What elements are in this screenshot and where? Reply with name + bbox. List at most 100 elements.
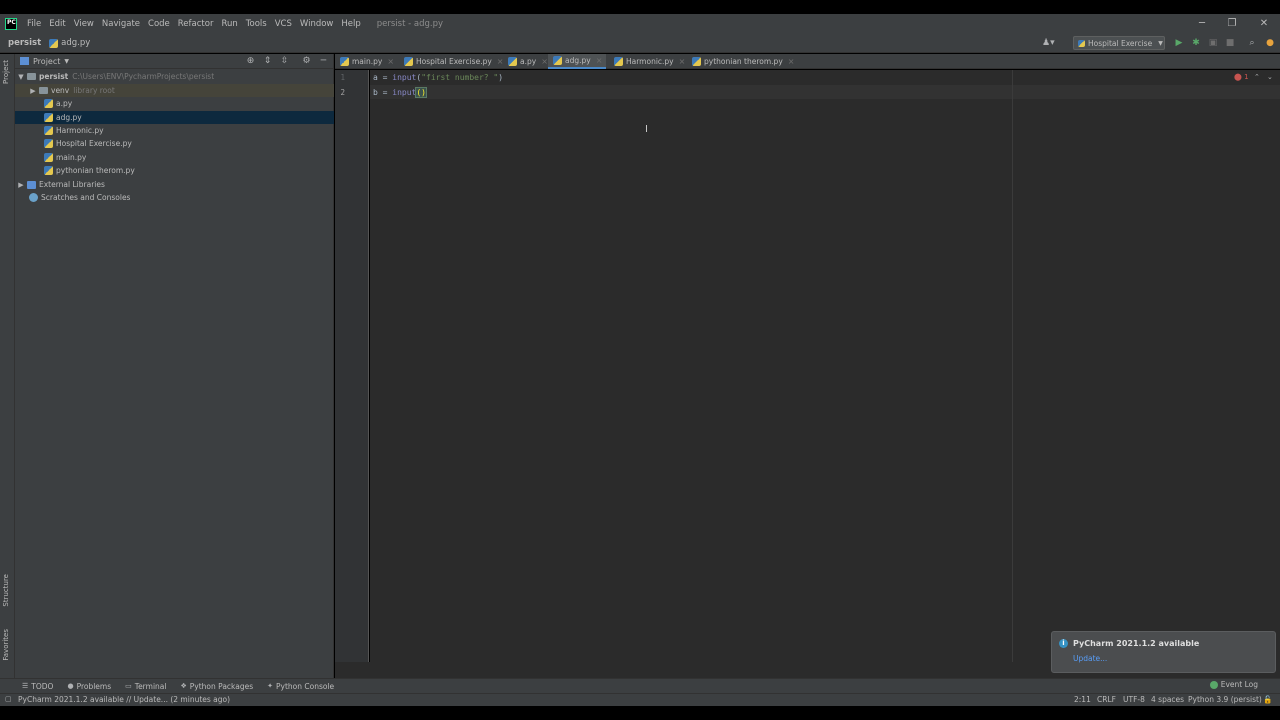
matched-parentheses: () [415, 87, 427, 98]
debug-icon[interactable]: ✱ [1190, 37, 1202, 49]
close-icon[interactable]: × [788, 57, 795, 66]
notification-title: PyCharm 2021.1.2 available [1073, 639, 1200, 648]
coverage-icon[interactable]: ▣ [1207, 37, 1219, 49]
tab-label: adg.py [565, 56, 591, 65]
expand-all-icon[interactable]: ⇕ [262, 56, 273, 67]
menu-view[interactable]: View [70, 14, 98, 34]
project-view-selector[interactable]: Project [33, 57, 60, 66]
chevron-down-icon[interactable]: ▼ [17, 73, 25, 81]
tool-window-bar: ☰ TODO ● Problems ▭ Terminal ❖ Python Packag… [0, 678, 1280, 693]
pycharm-logo-icon [5, 18, 17, 30]
tab-pythonian-therom-py[interactable]: pythonian therom.py × [687, 54, 794, 69]
menu-vcs[interactable]: VCS [271, 14, 296, 34]
tree-item-label: adg.py [56, 113, 82, 122]
tool-windows-toggle-icon[interactable]: ▢ [5, 695, 12, 703]
favorites-tool-tab[interactable]: Favorites [2, 629, 10, 661]
structure-tool-tab[interactable]: Structure [2, 574, 10, 607]
lock-icon[interactable]: 🔓 [1263, 695, 1272, 704]
code-line-1[interactable]: a = input("first number? ") [373, 73, 503, 82]
menu-edit[interactable]: Edit [45, 14, 69, 34]
tree-item-a-py[interactable]: a.py [15, 97, 334, 110]
tab-adg-py[interactable]: adg.py × [548, 54, 606, 69]
minimize-button[interactable]: ─ [1186, 14, 1218, 34]
tree-item-venv[interactable]: ▶ venv library root [15, 84, 334, 97]
menu-help[interactable]: Help [337, 14, 364, 34]
caret-position[interactable]: 2:11 [1074, 695, 1091, 704]
locate-icon[interactable]: ⊕ [245, 56, 256, 67]
indent-setting[interactable]: 4 spaces [1151, 695, 1184, 704]
tree-item-label: a.py [56, 99, 73, 108]
close-icon[interactable]: × [387, 57, 394, 66]
hide-panel-icon[interactable]: ─ [318, 56, 329, 67]
file-encoding[interactable]: UTF-8 [1123, 695, 1145, 704]
chevron-down-icon[interactable]: ⌄ [1267, 73, 1273, 81]
chevron-right-icon[interactable]: ▶ [17, 181, 25, 189]
inspection-warning-icon[interactable]: ⬤ 1 [1234, 73, 1249, 81]
code-line-2[interactable]: b = input() [373, 87, 427, 98]
menu-file[interactable]: File [23, 14, 45, 34]
run-icon[interactable]: ▶ [1173, 37, 1185, 49]
update-link[interactable]: Update... [1073, 654, 1107, 663]
python-packages-tool-button[interactable]: ❖ Python Packages [180, 682, 253, 691]
python-console-tool-button[interactable]: ✦ Python Console [267, 682, 334, 691]
update-notification[interactable]: i PyCharm 2021.1.2 available Update... [1051, 631, 1276, 673]
breadcrumb-file[interactable]: adg.py [41, 38, 90, 48]
tool-button-label: Terminal [134, 681, 167, 691]
code-token-function: input [392, 73, 417, 82]
tree-item-hospital-exercise-py[interactable]: Hospital Exercise.py [15, 137, 334, 150]
chevron-up-icon[interactable]: ⌃ [1254, 73, 1260, 81]
restore-button[interactable]: ❐ [1216, 14, 1248, 34]
menu-code[interactable]: Code [144, 14, 174, 34]
event-log-icon [1209, 680, 1218, 689]
search-icon[interactable]: ⌕ [1246, 37, 1258, 49]
tree-item-persist[interactable]: ▼ persist C:\Users\ENV\PycharmProjects\p… [15, 70, 334, 83]
tree-item-harmonic-py[interactable]: Harmonic.py [15, 124, 334, 137]
code-editor[interactable]: a = input("first number? ") b = input() … [370, 70, 1280, 662]
menu-refactor[interactable]: Refactor [174, 14, 218, 34]
menu-tools[interactable]: Tools [242, 14, 271, 34]
close-window-button[interactable]: ✕ [1248, 14, 1280, 34]
python-file-icon [44, 139, 53, 148]
close-icon[interactable]: × [679, 57, 686, 66]
tab-hospital-exercise-py[interactable]: Hospital Exercise.py × [399, 54, 503, 69]
collapse-all-icon[interactable]: ⇳ [279, 56, 290, 67]
project-tool-tab[interactable]: Project [2, 60, 10, 84]
ide-update-icon[interactable]: ● [1264, 37, 1276, 49]
gear-icon[interactable]: ⚙ [301, 56, 312, 67]
menu-window[interactable]: Window [296, 14, 338, 34]
list-icon: ☰ [22, 682, 29, 690]
status-message[interactable]: PyCharm 2021.1.2 available // Update... … [18, 695, 230, 704]
tab-label: a.py [520, 57, 537, 66]
close-icon[interactable]: × [596, 56, 603, 65]
chevron-right-icon[interactable]: ▶ [29, 87, 37, 95]
menu-navigate[interactable]: Navigate [98, 14, 144, 34]
chevron-down-icon[interactable]: ▼ [64, 58, 69, 65]
tree-item-external-libraries[interactable]: ▶ External Libraries [15, 178, 334, 191]
python-file-icon [340, 57, 349, 66]
tree-item-scratches[interactable]: Scratches and Consoles [15, 191, 334, 204]
stop-icon[interactable]: ■ [1224, 37, 1236, 49]
event-log-button[interactable]: Event Log [1209, 680, 1258, 689]
library-icon [27, 180, 36, 189]
tab-a-py[interactable]: a.py × [503, 54, 548, 69]
tab-main-py[interactable]: main.py × [335, 54, 394, 69]
menu-run[interactable]: Run [217, 14, 241, 34]
run-config-selector[interactable]: Hospital Exercise ▼ [1073, 36, 1165, 50]
tab-harmonic-py[interactable]: Harmonic.py × [609, 54, 685, 69]
folder-icon [39, 87, 48, 94]
problems-tool-button[interactable]: ● Problems [67, 682, 111, 691]
tree-item-adg-py[interactable]: adg.py [15, 111, 334, 124]
todo-tool-button[interactable]: ☰ TODO [22, 682, 53, 691]
editor-tab-bar: main.py × Hospital Exercise.py × a.py × … [335, 54, 1280, 69]
terminal-tool-button[interactable]: ▭ Terminal [125, 682, 166, 691]
close-icon[interactable]: × [541, 57, 548, 66]
tree-item-pythonian-therom-py[interactable]: pythonian therom.py [15, 164, 334, 177]
line-separator[interactable]: CRLF [1097, 695, 1116, 704]
tree-item-main-py[interactable]: main.py [15, 151, 334, 164]
problems-icon: ● [67, 682, 74, 690]
terminal-icon: ▭ [125, 682, 132, 690]
left-tool-strip: Project Structure Favorites [0, 54, 15, 678]
python-interpreter[interactable]: Python 3.9 (persist) [1188, 695, 1262, 704]
breadcrumb-project[interactable]: persist [0, 38, 41, 48]
user-icon[interactable]: ♟▾ [1042, 37, 1055, 49]
